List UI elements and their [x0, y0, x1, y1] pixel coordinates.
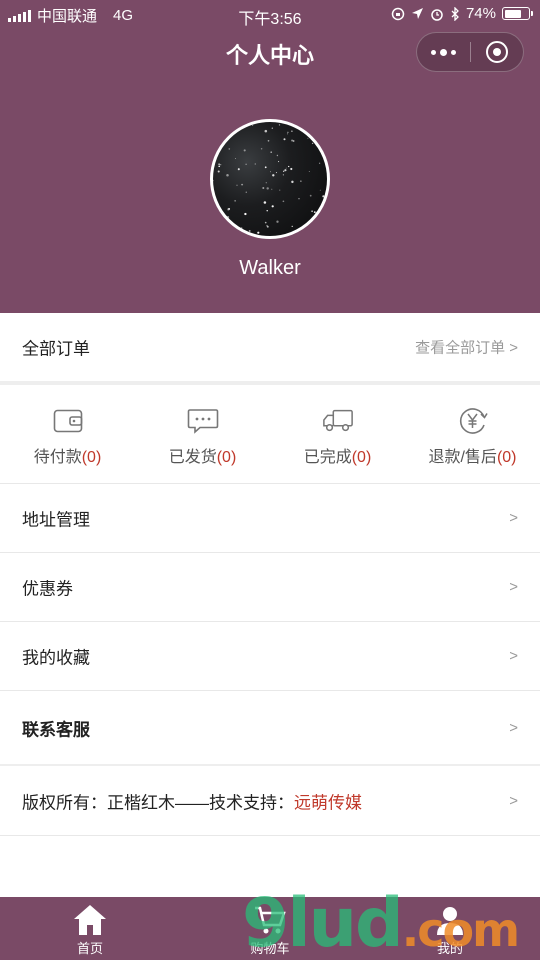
- message-icon: [187, 407, 219, 435]
- support-company-link[interactable]: 远萌传媒: [294, 793, 362, 812]
- menu-item-label: 地址管理: [22, 510, 90, 530]
- menu-item-label: 优惠券: [22, 579, 73, 599]
- page: 中国联通 4G 下午3:56 74% 个人中心 Walker 全部订单 查看全部…: [0, 0, 540, 960]
- copyright-text: 版权所有：正楷红木——技术支持：远萌传媒: [22, 788, 362, 813]
- all-orders-label: 全部订单: [22, 339, 90, 359]
- copyright-prefix: 版权所有：正楷红木——技术支持：: [22, 793, 294, 812]
- chevron-right-icon: >: [509, 792, 518, 809]
- view-all-orders-link[interactable]: 查看全部订单 >: [415, 337, 518, 358]
- chevron-right-icon: >: [509, 578, 518, 596]
- username: Walker: [239, 257, 301, 279]
- order-status-label: 已完成: [303, 449, 352, 466]
- home-icon: [70, 902, 110, 938]
- battery-icon: [502, 7, 533, 20]
- more-menu-button[interactable]: [417, 48, 470, 56]
- menu-item-favorites[interactable]: 我的收藏 >: [0, 622, 540, 691]
- bluetooth-icon: [451, 6, 459, 21]
- order-status-count: (0): [81, 449, 102, 466]
- order-status-pending-payment[interactable]: 待付款(0): [0, 385, 135, 483]
- watermark-suffix: .com: [401, 903, 520, 957]
- all-orders-row[interactable]: 全部订单 查看全部订单 >: [0, 313, 540, 381]
- wallet-icon: [52, 407, 84, 435]
- order-status-bar: 待付款(0) 已发货(0) 已完成(0) 退款/售后(0): [0, 385, 540, 483]
- location-icon: [411, 8, 423, 19]
- order-status-shipped[interactable]: 已发货(0): [135, 385, 270, 483]
- rotation-lock-icon: [391, 7, 405, 20]
- target-icon: [485, 41, 508, 63]
- order-status-count: (0): [351, 449, 372, 466]
- watermark-logo: 9lud.com: [242, 890, 520, 958]
- order-status-label: 已发货: [168, 449, 217, 466]
- tab-label: 首页: [76, 941, 103, 956]
- battery-text: 74%: [465, 5, 496, 22]
- chevron-right-icon: >: [509, 509, 518, 527]
- chevron-right-icon: >: [509, 647, 518, 665]
- copyright-row[interactable]: 版权所有：正楷红木——技术支持：远萌传媒 >: [0, 766, 540, 836]
- menu-item-address[interactable]: 地址管理 >: [0, 483, 540, 553]
- tab-home[interactable]: 首页: [0, 897, 180, 960]
- order-status-count: (0): [216, 449, 237, 466]
- order-status-completed[interactable]: 已完成(0): [270, 385, 405, 483]
- yuan-refund-icon: [457, 407, 489, 435]
- menu-item-customer-service[interactable]: 联系客服 >: [0, 691, 540, 766]
- alarm-icon: [431, 8, 443, 21]
- order-status-label: 退款/售后: [428, 449, 497, 466]
- starfield-image: [213, 122, 327, 236]
- truck-icon: [322, 407, 354, 435]
- order-status-label: 待付款: [33, 449, 82, 466]
- chevron-right-icon: >: [509, 719, 518, 736]
- menu-item-label: 我的收藏: [22, 648, 90, 668]
- profile-header: 个人中心 Walker: [0, 28, 540, 313]
- status-right: 74%: [391, 5, 533, 22]
- watermark-text: 9lud: [242, 884, 404, 960]
- status-bar: 中国联通 4G 下午3:56 74%: [0, 0, 540, 28]
- avatar[interactable]: [210, 119, 330, 239]
- menu-item-coupons[interactable]: 优惠券 >: [0, 553, 540, 622]
- menu-item-label: 联系客服: [22, 720, 90, 739]
- miniprogram-capsule: [416, 32, 524, 72]
- order-status-refund[interactable]: 退款/售后(0): [405, 385, 540, 483]
- close-miniprogram-button[interactable]: [470, 41, 523, 63]
- order-status-count: (0): [496, 449, 517, 466]
